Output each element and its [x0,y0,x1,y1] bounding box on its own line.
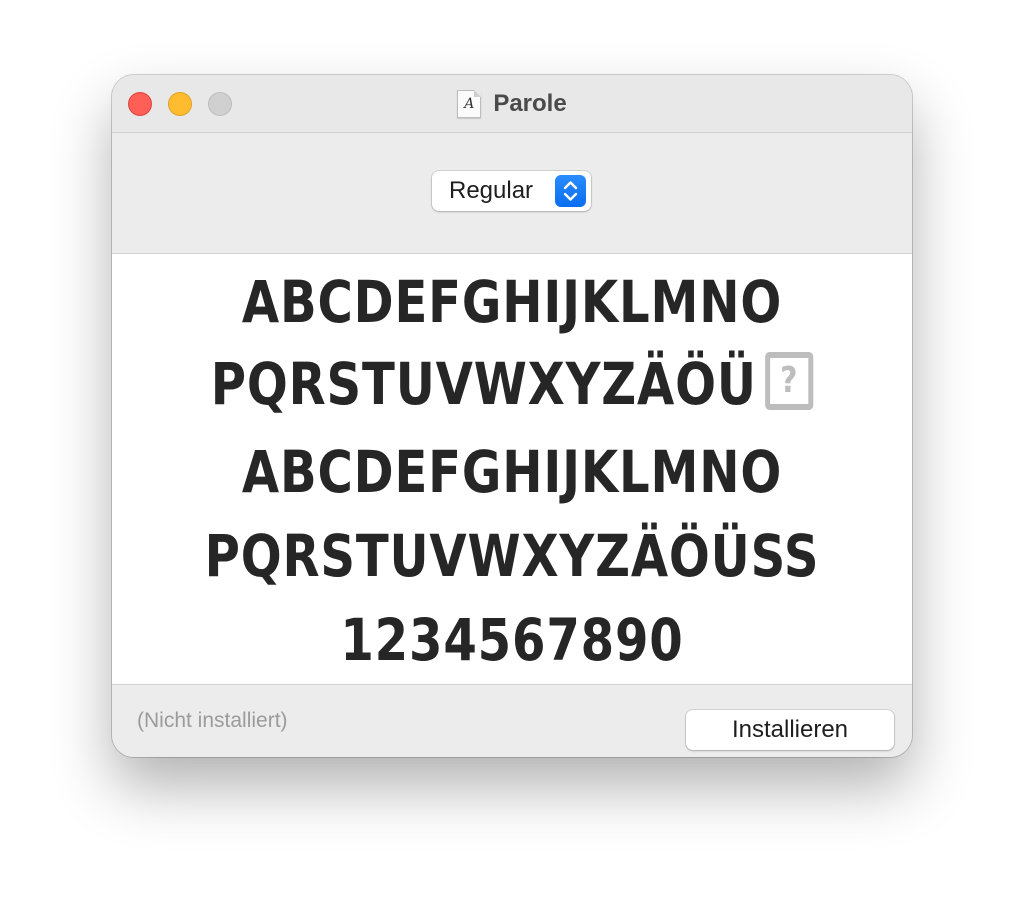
sample-line-uppercase-1: ABCDEFGHIJKLMNO [241,268,783,336]
font-document-icon-glyph: A [464,95,475,112]
font-style-select-value: Regular [449,177,534,204]
font-preview-area: ABCDEFGHIJKLMNO PQRSTUVWXYZÄÖÜ? ABCDEFGH… [112,254,912,685]
install-button[interactable]: Installieren [686,710,894,750]
font-document-icon: A [457,89,482,118]
sample-line-lowercase-2: PQRSTUVWXYZÄÖÜSS [204,522,820,590]
sample-line-uppercase-2: PQRSTUVWXYZÄÖÜ? [180,350,844,418]
font-preview-window: A Parole Regular ABCDEFGHIJKLMNO PQRSTUV… [112,75,912,757]
missing-glyph-icon: ? [765,352,814,410]
sample-line-digits: 1234567890 [340,606,684,674]
window-title: Parole [493,89,567,117]
title-bar[interactable]: A Parole [112,75,912,133]
sample-line-lowercase-1: ABCDEFGHIJKLMNO [241,438,783,506]
missing-glyph-mark: ? [780,360,799,401]
footer-bar: (Nicht installiert) Installieren [112,685,912,757]
toolbar: Regular [112,133,912,254]
window-title-area: A Parole [112,75,912,132]
sample-line-uppercase-2-text: PQRSTUVWXYZÄÖÜ [210,350,757,418]
font-style-select[interactable]: Regular [432,171,591,211]
install-status-label: (Nicht installiert) [137,709,288,732]
chevron-up-down-icon [555,175,586,207]
